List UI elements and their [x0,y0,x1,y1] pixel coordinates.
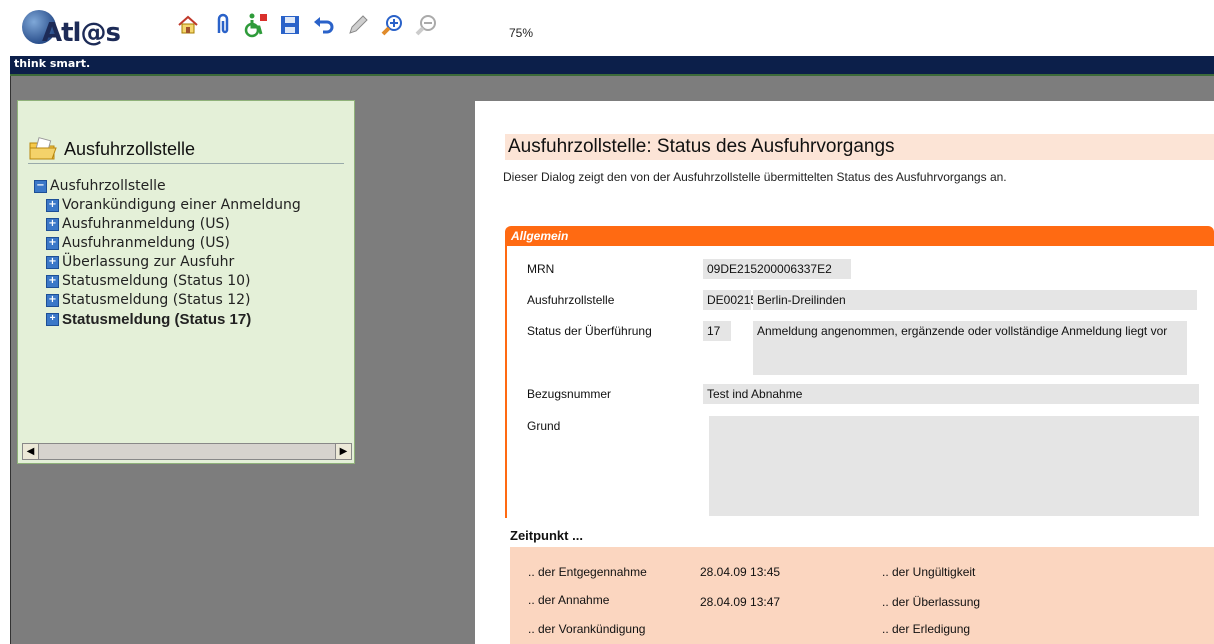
expand-icon[interactable]: + [46,313,59,326]
zoom-out-icon[interactable] [413,12,439,38]
tree-item-label: Ausfuhranmeldung (US) [62,235,230,251]
tree-title: Ausfuhrzollstelle [64,138,196,159]
tree-item-label: Statusmeldung (Status 12) [62,292,251,308]
toolbar: Atl@s 75% [10,0,1214,56]
tree-item-label: Statusmeldung (Status 10) [62,273,251,289]
office-name-field[interactable]: Berlin-Dreilinden [753,290,1197,310]
section-header: Allgemein [505,226,1214,246]
tree-item-status-12[interactable]: + Statusmeldung (Status 12) [30,291,301,310]
tree-item-status-17[interactable]: + Statusmeldung (Status 17) [30,310,301,329]
save-icon[interactable] [277,12,303,38]
tagline: think smart. [14,57,91,70]
undo-icon[interactable] [311,12,337,38]
tree-separator [28,163,344,164]
tree-item-export-declaration-2[interactable]: + Ausfuhranmeldung (US) [30,234,301,253]
collapse-icon[interactable]: − [34,180,47,193]
toolbar-icons [175,12,439,38]
section-title: Allgemein [511,229,569,243]
timestamps-title: Zeitpunkt ... [510,528,583,543]
preannounce-label: .. der Vorankündigung [528,622,646,636]
page-title: Ausfuhrzollstelle: Status des Ausfuhrvor… [505,134,1214,160]
pencil-icon[interactable] [345,12,371,38]
tree-item-preannouncement[interactable]: + Vorankündigung einer Anmeldung [30,196,301,215]
expand-icon[interactable]: + [46,218,59,231]
tree-root-label: Ausfuhrzollstelle [50,178,166,194]
tree: − Ausfuhrzollstelle + Vorankündigung ein… [30,177,301,329]
tree-header: Ausfuhrzollstelle [28,137,195,161]
accessibility-icon[interactable] [243,12,269,38]
expand-icon[interactable]: + [46,199,59,212]
tree-root[interactable]: − Ausfuhrzollstelle [30,177,301,196]
receipt-value: 28.04.09 13:45 [700,565,781,579]
timestamps-panel: .. der Entgegennahme 28.04.09 13:45 .. d… [510,547,1214,644]
completion-label: .. der Erledigung [882,622,971,636]
tree-item-export-declaration-1[interactable]: + Ausfuhranmeldung (US) [30,215,301,234]
home-icon[interactable] [175,12,201,38]
content-panel: Ausfuhrzollstelle: Status des Ausfuhrvor… [475,101,1214,644]
status-code-field[interactable]: 17 [703,321,731,341]
acceptance-label: .. der Annahme [528,593,610,607]
invalid-label: .. der Ungültigkeit [882,565,976,579]
zoom-in-icon[interactable] [379,12,405,38]
folder-icon [29,137,57,160]
attach-icon[interactable] [209,12,235,38]
tree-item-label: Vorankündigung einer Anmeldung [62,197,301,213]
page-description: Dieser Dialog zeigt den von der Ausfuhrz… [503,170,1007,184]
reference-field[interactable]: Test ind Abnahme [703,384,1199,404]
scroll-left-icon[interactable]: ◀ [23,444,39,459]
tree-item-label: Ausfuhranmeldung (US) [62,216,230,232]
tagline-bar: think smart. [10,56,1214,74]
logo-text: Atl@s [42,18,121,48]
tree-item-label: Überlassung zur Ausfuhr [62,254,235,270]
mrn-field[interactable]: 09DE215200006337E2 [703,259,851,279]
horizontal-scrollbar[interactable]: ◀ ▶ [22,443,352,460]
section-body: MRN 09DE215200006337E2 Ausfuhrzollstelle… [505,246,1214,518]
divider [10,74,1214,76]
expand-icon[interactable]: + [46,237,59,250]
reason-field[interactable] [709,416,1199,516]
expand-icon[interactable]: + [46,275,59,288]
expand-icon[interactable]: + [46,294,59,307]
tree-item-status-10[interactable]: + Statusmeldung (Status 10) [30,272,301,291]
navigation-tree-panel: Ausfuhrzollstelle − Ausfuhrzollstelle + … [17,100,355,464]
zoom-level: 75% [509,26,534,40]
expand-icon[interactable]: + [46,256,59,269]
reason-label: Grund [527,419,561,433]
atlas-logo: Atl@s [22,10,144,50]
office-code-field[interactable]: DE002152 [703,290,764,310]
acceptance-value: 28.04.09 13:47 [700,595,781,609]
status-text-field[interactable]: Anmeldung angenommen, ergänzende oder vo… [753,321,1187,375]
mrn-label: MRN [527,262,555,276]
tree-item-label: Statusmeldung (Status 17) [62,311,252,328]
office-label: Ausfuhrzollstelle [527,293,615,307]
reference-label: Bezugsnummer [527,387,612,401]
receipt-label: .. der Entgegennahme [528,565,647,579]
release-label: .. der Überlassung [882,595,981,609]
scroll-right-icon[interactable]: ▶ [335,444,351,459]
status-label: Status der Überführung [527,324,652,338]
tree-item-release[interactable]: + Überlassung zur Ausfuhr [30,253,301,272]
